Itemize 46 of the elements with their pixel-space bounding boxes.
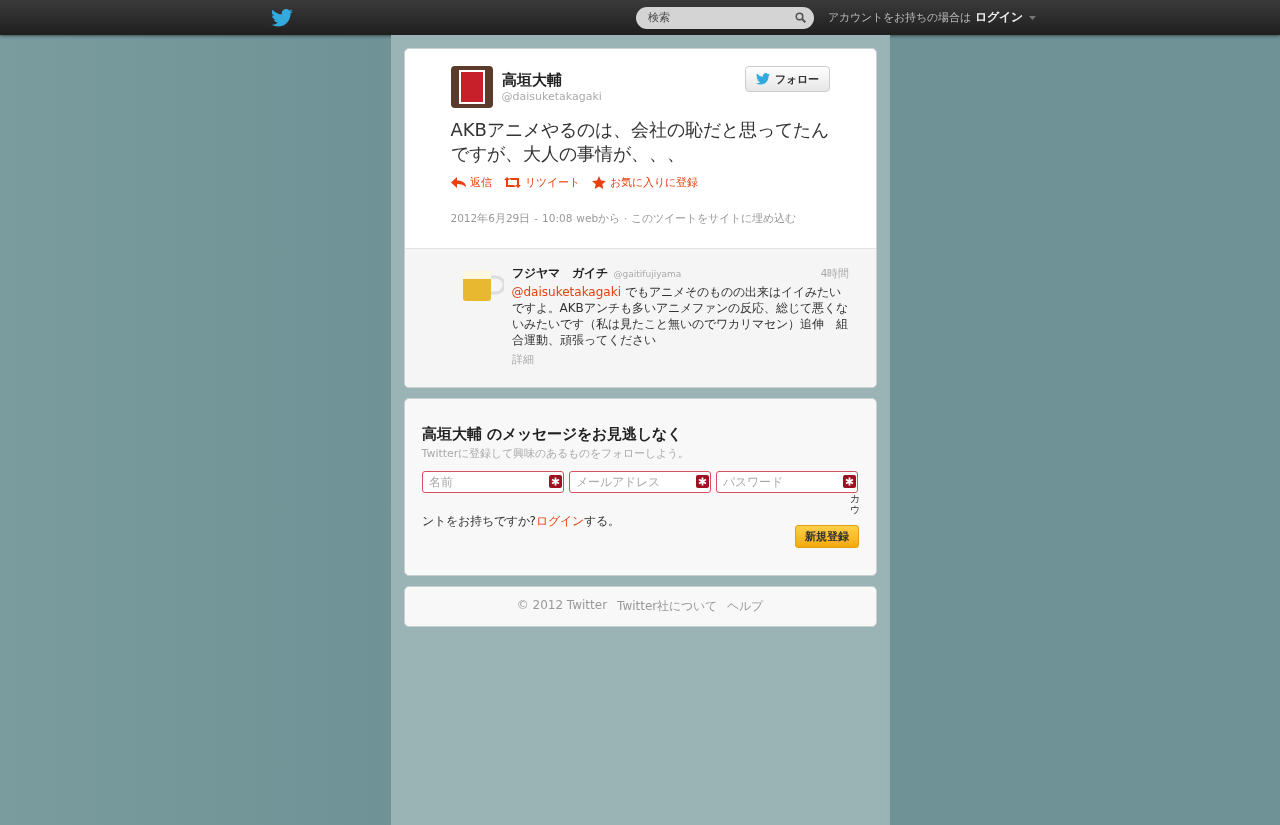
avatar-image[interactable]	[450, 66, 493, 108]
signup-subtitle: Twitterに登録して興味のあるものをフォローしよう。	[421, 446, 691, 461]
author-name[interactable]: 高垣大輔	[501, 71, 736, 90]
dot-separator: ·	[624, 212, 628, 226]
required-asterisk-icon	[696, 475, 710, 488]
input-field[interactable]: 名前	[421, 471, 564, 493]
reply-arrow-icon	[450, 177, 466, 188]
input-field[interactable]: メールアドレス	[568, 471, 712, 493]
reply-action[interactable]: 返信	[450, 175, 492, 190]
follow-button[interactable]: フォロー	[744, 66, 830, 92]
reply-text: @daisuketakagaki でもアニメそのものの出来はイイみたいですよ。AKBアンチも多いアニメファンの反応、総じて悪くないみたいです（私は見たこと無いのでワカリマセン）追伸 組合運動、頑張ってください	[511, 284, 849, 348]
action-label: お気に入りに登録	[609, 175, 698, 190]
tweet-text: AKBアニメやるのは、会社の恥だと思ってたんですが、大人の事情が、、、	[450, 118, 830, 166]
footer-link[interactable]: Twitter社について	[617, 598, 718, 615]
separator: -	[534, 212, 539, 226]
action-label: 返信	[469, 175, 492, 190]
mention-link[interactable]: @daisuketakagaki	[511, 285, 621, 299]
login-prompt: ントをお持ちですか?ログインする。	[421, 513, 620, 530]
footer-link[interactable]: ヘルプ	[727, 598, 764, 615]
signup-button[interactable]: 新規登録	[794, 525, 859, 548]
login-link[interactable]: ログイン	[535, 514, 584, 528]
action-label: リツイート	[524, 175, 580, 190]
login-link[interactable]: ログイン	[975, 9, 1023, 26]
retweet-icon	[503, 177, 521, 188]
retweet-action[interactable]: リツイート	[503, 175, 580, 190]
footer-link[interactable]: © 2012 Twitter	[516, 598, 608, 615]
account-prompt: アカウントをお持ちの場合は	[828, 10, 971, 25]
bird-logo-icon[interactable]	[271, 8, 293, 27]
star-icon	[591, 176, 606, 189]
input-field[interactable]: パスワード	[716, 471, 859, 493]
source-text: webから	[576, 212, 621, 226]
required-asterisk-icon	[843, 475, 857, 488]
tweet-time[interactable]: 10:08	[542, 212, 573, 226]
search-icon	[795, 12, 806, 23]
reply-author-handle[interactable]: @gaitifujiyama	[613, 269, 815, 279]
tweet-date[interactable]: 2012年6月29日	[450, 212, 531, 226]
favorite-action[interactable]: お気に入りに登録	[591, 175, 698, 190]
caret-icon[interactable]	[1029, 15, 1036, 20]
reply-time[interactable]: 4時間	[820, 266, 850, 281]
embed-link[interactable]: このツイートをサイトに埋め込む	[631, 212, 797, 226]
reply-author-name[interactable]: フジヤマ ガイチ	[511, 265, 608, 282]
signup-title: 高垣大輔 のメッセージをお見逃しなく	[421, 425, 683, 444]
overflow-text: カウ	[849, 493, 860, 515]
bird-icon	[755, 73, 770, 85]
details-link[interactable]: 詳細	[511, 353, 534, 366]
author-handle[interactable]: @daisuketakagaki	[501, 90, 736, 103]
